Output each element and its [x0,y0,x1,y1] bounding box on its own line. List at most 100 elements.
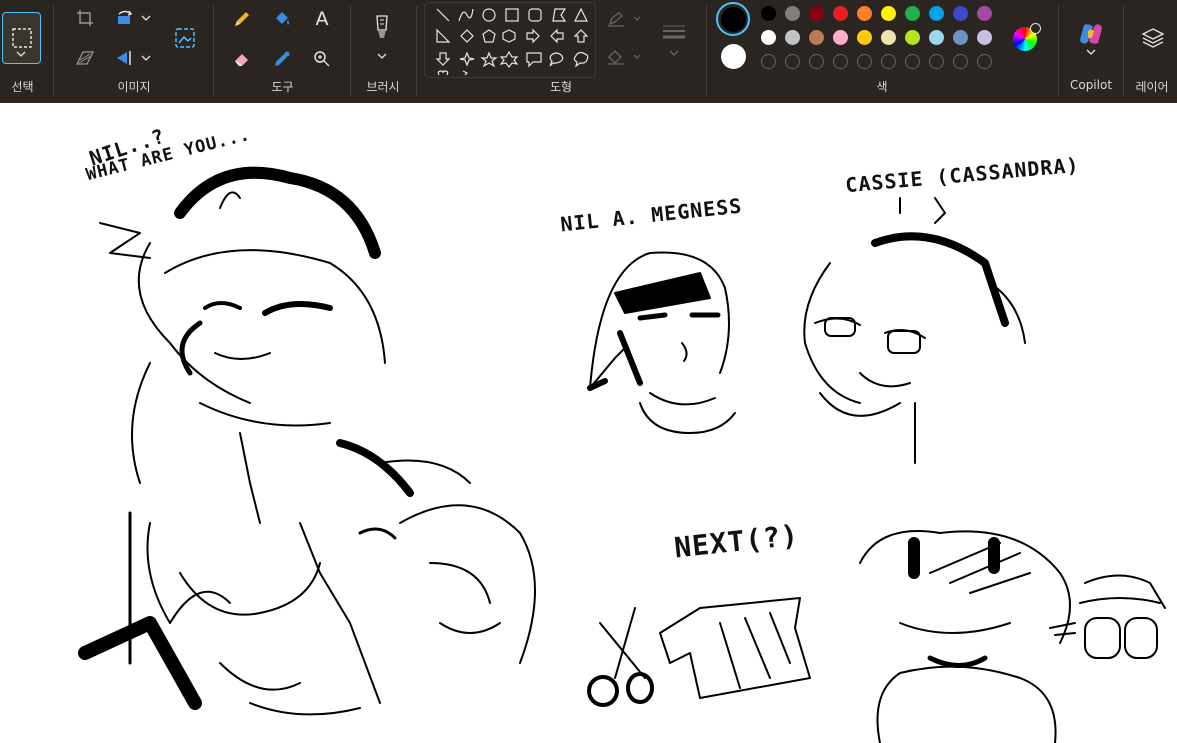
shape-outline-button[interactable] [604,8,644,30]
custom-color-slot[interactable] [977,54,992,69]
rectangle-select-icon [11,28,32,48]
rounded-rectangle-shape-icon [528,8,542,22]
image-group-label: 이미지 [117,80,151,94]
color-palette [708,0,1056,78]
chevron-down-icon[interactable] [141,54,151,62]
pencil-icon [235,12,249,26]
resize-button[interactable] [73,46,97,70]
right-triangle-shape-icon [436,28,451,43]
fill-tool-button[interactable] [269,6,295,32]
color-swatch[interactable] [761,6,776,21]
eraser-icon [235,54,248,66]
custom-color-slot[interactable] [929,54,944,69]
add-color-icon [1030,23,1041,34]
pencil-tool-button[interactable] [229,6,255,32]
edit-colors-button[interactable] [1013,23,1041,51]
copilot-group-label: Copilot [1069,78,1113,92]
image-frame-icon [175,28,195,48]
polygon-shape-icon [552,8,567,22]
chevron-down-icon[interactable] [377,52,387,60]
chevron-down-icon[interactable] [141,14,151,22]
eyedropper-icon [275,51,290,66]
color-swatch[interactable] [857,6,872,21]
colors-group-label: 색 [876,80,888,94]
flip-button[interactable] [113,46,137,70]
shapes-gallery-icons[interactable] [425,3,595,77]
shapes-gallery [424,2,596,78]
custom-color-slot[interactable] [857,54,872,69]
brush-group: 브러시 [352,0,414,103]
color-swatch[interactable] [953,6,968,21]
shapes-group: 도형 [418,0,704,103]
color-swatch[interactable] [809,6,824,21]
brush-button[interactable] [368,12,396,44]
custom-color-slot[interactable] [809,54,824,69]
colors-group: 색 [708,0,1056,103]
copilot-icon [1080,24,1102,44]
down-arrow-shape-icon [435,52,451,66]
shape-size-button[interactable] [656,18,692,62]
color-swatch[interactable] [857,30,872,45]
triangle-shape-icon [574,7,588,22]
pentagon-shape-icon [482,29,496,43]
cloud-callout-shape-icon [573,51,589,68]
chevron-down-icon[interactable] [16,50,26,58]
color-swatch[interactable] [905,6,920,21]
copilot-button[interactable] [1076,20,1106,48]
rotate-button[interactable] [113,6,137,30]
shapes-group-label: 도형 [549,80,573,94]
chevron-down-icon[interactable] [1086,48,1096,56]
shape-outline-icon [608,12,641,27]
six-point-star-shape-icon [499,50,519,68]
eraser-tool-button[interactable] [229,46,255,72]
color-swatch[interactable] [881,6,896,21]
custom-color-slot[interactable] [881,54,896,69]
shape-fill-button[interactable] [604,46,644,68]
color-swatch[interactable] [929,6,944,21]
custom-color-slot[interactable] [833,54,848,69]
flip-icon [117,51,131,65]
color-swatch[interactable] [953,30,968,45]
fill-bucket-icon [276,12,289,25]
magnifier-icon [314,51,330,67]
left-arrow-shape-icon [550,28,564,44]
lightning-shape-icon [462,70,469,76]
crop-button[interactable] [73,6,97,30]
custom-color-slot[interactable] [785,54,800,69]
custom-color-slot[interactable] [761,54,776,69]
layers-group-label: 레이어 [1135,80,1169,94]
select-group-label: 선택 [11,80,34,94]
drawing-canvas[interactable]: NIL..? WHAT ARE YOU... NIL A. MEGNESS CA… [0,103,1177,743]
color-swatch[interactable] [905,30,920,45]
color-swatch[interactable] [785,30,800,45]
color-swatch[interactable] [761,30,776,45]
layers-button[interactable] [1139,24,1167,52]
tools-group-label: 도구 [271,80,294,94]
color-swatch[interactable] [929,30,944,45]
image-remove-background-button[interactable] [171,24,199,52]
hexagon-shape-icon [502,29,516,43]
left-character-sketch [78,166,536,716]
color-swatch[interactable] [833,6,848,21]
ribbon-toolbar: 선택 이미지 A 도구 브러시 도형 색 Copilot 레이어 [0,0,1177,103]
line-size-icon [663,25,685,56]
color-swatch[interactable] [881,30,896,45]
color-swatch[interactable] [833,30,848,45]
up-arrow-shape-icon [573,29,589,43]
color-swatch[interactable] [977,6,992,21]
text-tool-button[interactable]: A [309,6,335,32]
copilot-group: Copilot [1060,0,1122,103]
oval-callout-shape-icon [549,52,564,67]
color-swatch[interactable] [809,30,824,45]
brush-icon [376,15,388,38]
magnifier-tool-button[interactable] [309,46,335,72]
custom-color-slot[interactable] [953,54,968,69]
layers-icon [1141,28,1165,48]
color-picker-tool-button[interactable] [269,46,295,72]
custom-color-slot[interactable] [905,54,920,69]
color-swatch[interactable] [977,30,992,45]
color-swatch[interactable] [785,6,800,21]
brush-group-label: 브러시 [366,80,400,94]
layers-group: 레이어 [1125,0,1177,103]
five-point-star-shape-icon [480,51,498,68]
